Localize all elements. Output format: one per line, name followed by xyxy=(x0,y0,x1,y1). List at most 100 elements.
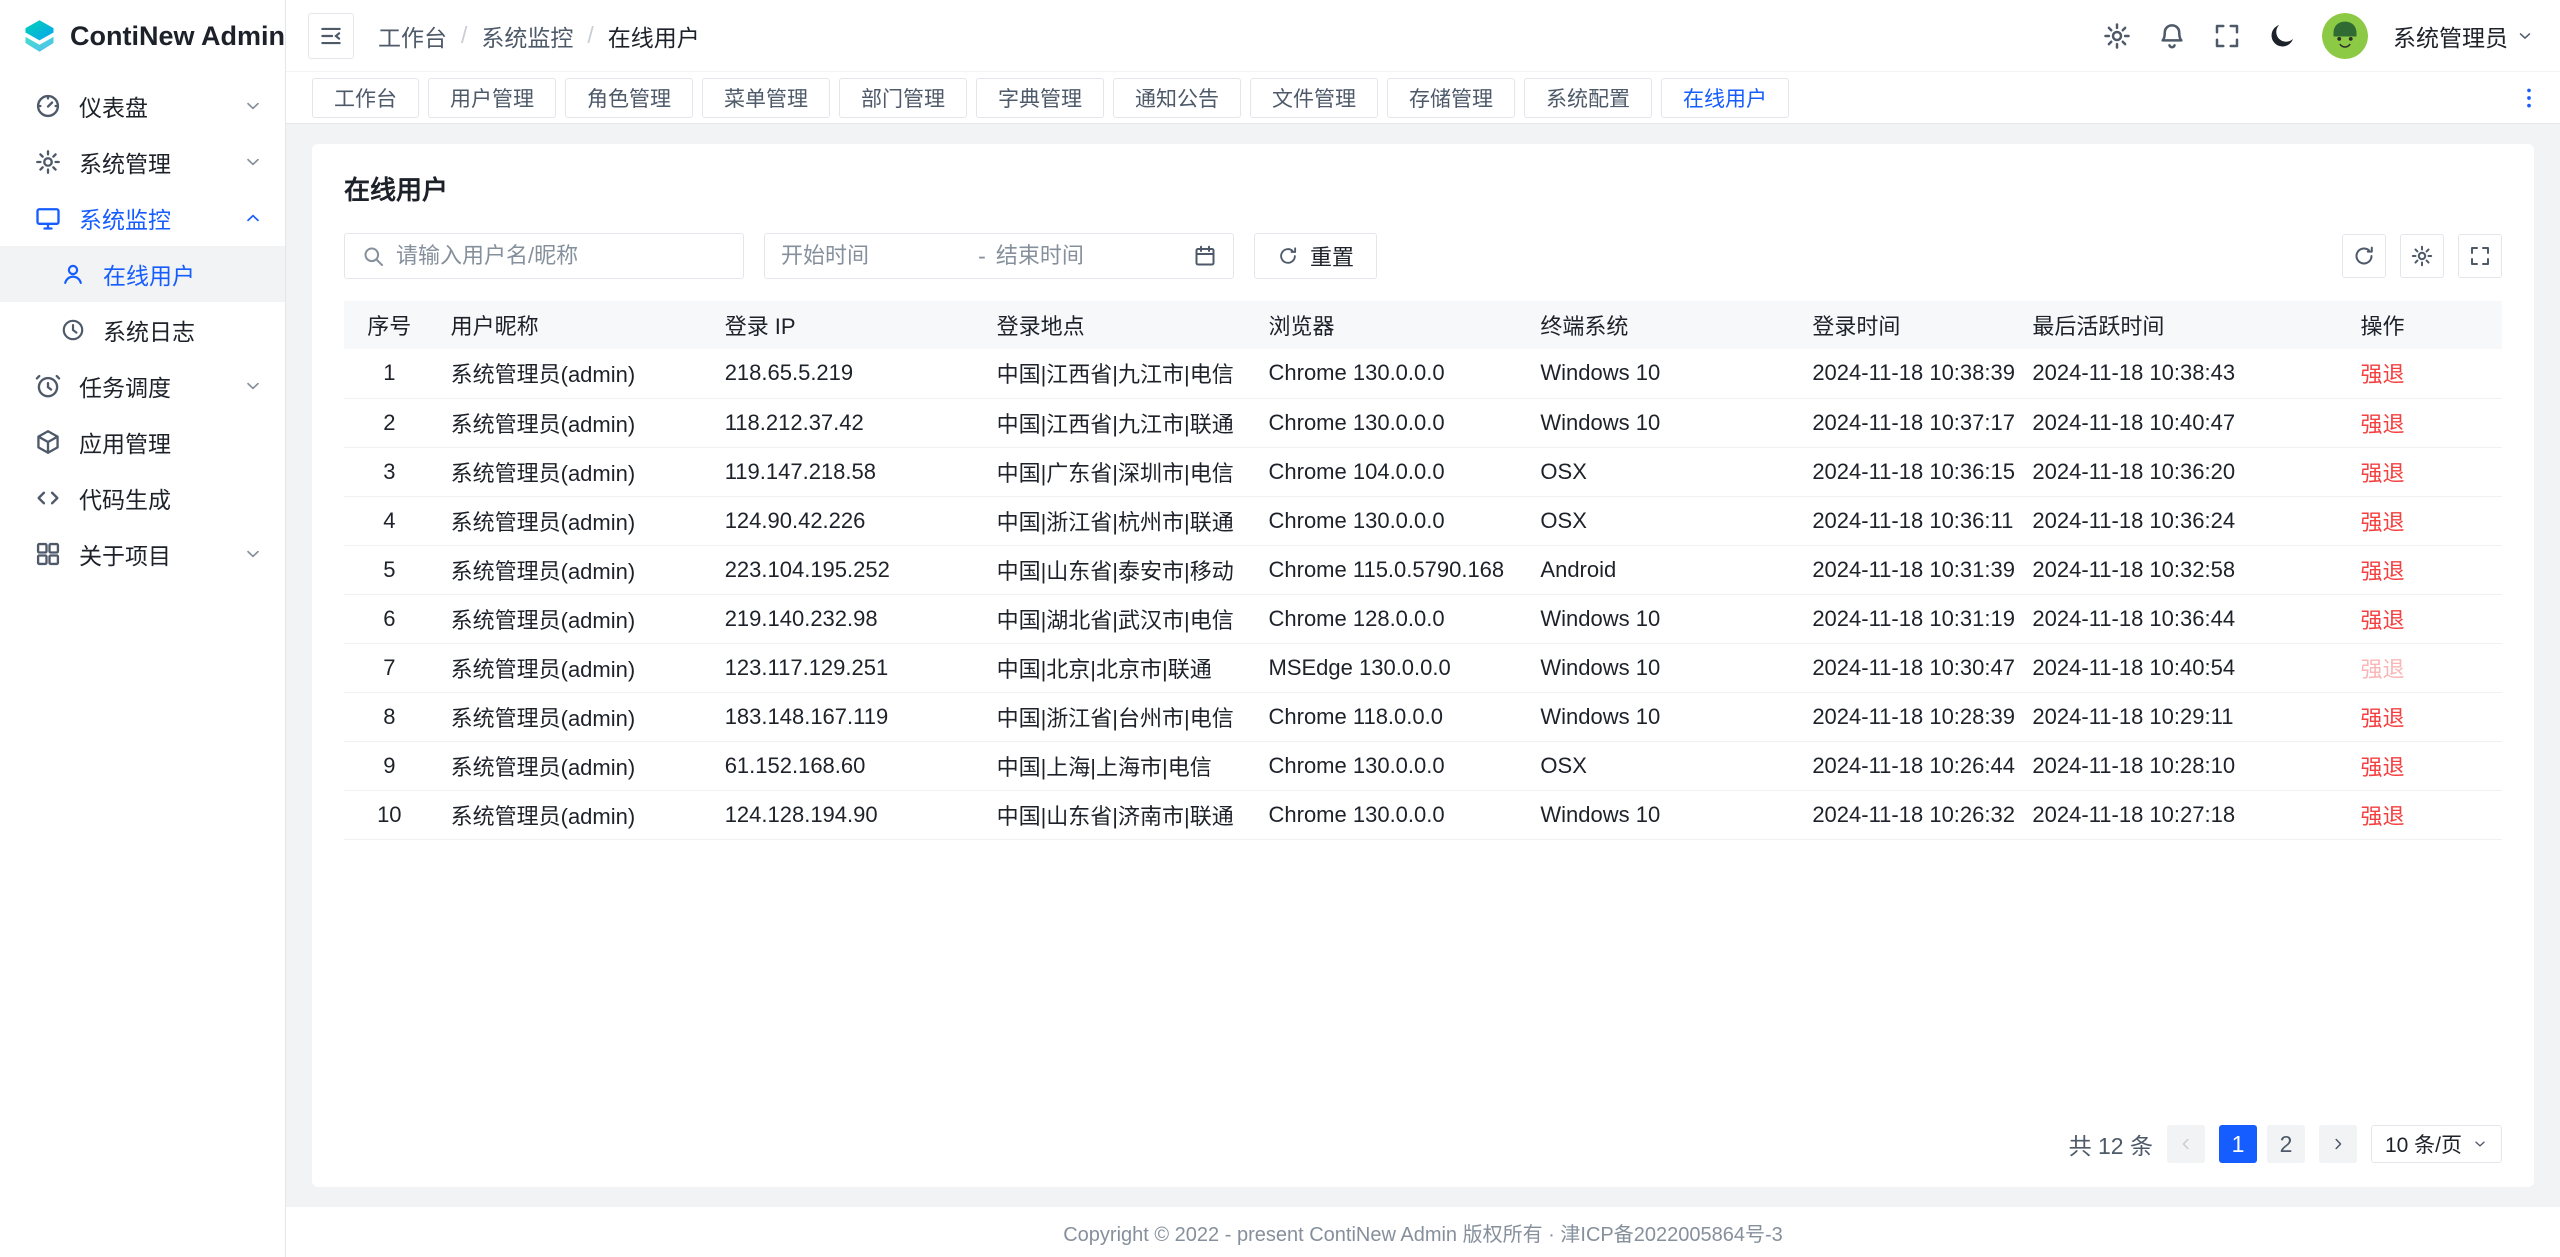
cell-nickname: 系统管理员(admin) xyxy=(435,741,709,790)
tab-item[interactable]: 通知公告 xyxy=(1113,78,1241,118)
sidebar-item-task-schedule[interactable]: 任务调度 xyxy=(0,358,285,414)
cell-browser: Chrome 128.0.0.0 xyxy=(1253,594,1525,643)
cell-ip: 218.65.5.219 xyxy=(709,349,981,398)
dark-mode-icon[interactable] xyxy=(2267,21,2297,51)
tab-item[interactable]: 文件管理 xyxy=(1250,78,1378,118)
sidebar-item-code-generation[interactable]: 代码生成 xyxy=(0,470,285,526)
cell-nickname: 系统管理员(admin) xyxy=(435,349,709,398)
cell-no: 9 xyxy=(344,741,435,790)
user-menu[interactable]: 系统管理员 xyxy=(2393,19,2534,53)
cell-last_active_time: 2024-11-18 10:38:43 xyxy=(2016,349,2344,398)
sidebar-item-app-management[interactable]: 应用管理 xyxy=(0,414,285,470)
column-settings-button[interactable] xyxy=(2400,234,2444,278)
force-logout-link[interactable]: 强退 xyxy=(2360,804,2404,829)
chevron-down-icon xyxy=(243,376,263,396)
cell-last_active_time: 2024-11-18 10:36:44 xyxy=(2016,594,2344,643)
tab-more-icon[interactable] xyxy=(2516,85,2542,111)
tab-item[interactable]: 角色管理 xyxy=(565,78,693,118)
content: 在线用户 - 重置 xyxy=(286,124,2560,1207)
column-header: 登录地点 xyxy=(981,301,1253,349)
cell-browser: Chrome 104.0.0.0 xyxy=(1253,447,1525,496)
sidebar-item-system-monitor[interactable]: 系统监控 xyxy=(0,190,285,246)
tab-item[interactable]: 菜单管理 xyxy=(702,78,830,118)
force-logout-link[interactable]: 强退 xyxy=(2360,608,2404,633)
code-icon xyxy=(34,484,62,512)
force-logout-link[interactable]: 强退 xyxy=(2360,510,2404,535)
cell-action: 强退 xyxy=(2344,398,2502,447)
chevron-left-icon xyxy=(2177,1135,2195,1153)
tab-item[interactable]: 在线用户 xyxy=(1661,78,1789,118)
table-row: 8系统管理员(admin)183.148.167.119中国|浙江省|台州市|电… xyxy=(344,692,2502,741)
page-size-label: 10 条/页 xyxy=(2385,1129,2462,1159)
force-logout-link[interactable]: 强退 xyxy=(2360,412,2404,437)
start-date-input[interactable] xyxy=(781,243,968,269)
sidebar-item-system-log[interactable]: 系统日志 xyxy=(0,302,285,358)
tab-item[interactable]: 部门管理 xyxy=(839,78,967,118)
settings-icon[interactable] xyxy=(2102,21,2132,51)
tab-item[interactable]: 存储管理 xyxy=(1387,78,1515,118)
chevron-down-icon xyxy=(243,96,263,116)
cell-ip: 123.117.129.251 xyxy=(709,643,981,692)
column-header: 浏览器 xyxy=(1253,301,1525,349)
cell-os: Windows 10 xyxy=(1524,643,1796,692)
tab-item[interactable]: 系统配置 xyxy=(1524,78,1652,118)
cell-action: 强退 xyxy=(2344,594,2502,643)
user-icon xyxy=(60,261,86,287)
sidebar-item-about-project[interactable]: 关于项目 xyxy=(0,526,285,582)
table-fullscreen-button[interactable] xyxy=(2458,234,2502,278)
next-page-button[interactable] xyxy=(2319,1125,2357,1163)
cell-location: 中国|江西省|九江市|电信 xyxy=(981,349,1253,398)
cell-nickname: 系统管理员(admin) xyxy=(435,545,709,594)
sidebar-item-label: 任务调度 xyxy=(79,369,171,403)
force-logout-link[interactable]: 强退 xyxy=(2360,461,2404,486)
reset-button[interactable]: 重置 xyxy=(1254,233,1377,279)
tab-item[interactable]: 工作台 xyxy=(312,78,419,118)
cell-login_time: 2024-11-18 10:30:47 xyxy=(1796,643,2016,692)
cell-browser: Chrome 130.0.0.0 xyxy=(1253,790,1525,839)
page-size-select[interactable]: 10 条/页 xyxy=(2371,1125,2502,1163)
bell-icon[interactable] xyxy=(2157,21,2187,51)
breadcrumb-item[interactable]: 在线用户 xyxy=(608,19,700,53)
breadcrumb-item[interactable]: 系统监控 xyxy=(481,19,573,53)
sidebar-item-online-user[interactable]: 在线用户 xyxy=(0,246,285,302)
fullscreen-icon[interactable] xyxy=(2212,21,2242,51)
page-button-2[interactable]: 2 xyxy=(2267,1125,2305,1163)
force-logout-link[interactable]: 强退 xyxy=(2360,362,2404,387)
breadcrumb-item[interactable]: 工作台 xyxy=(378,19,447,53)
cell-nickname: 系统管理员(admin) xyxy=(435,398,709,447)
search-icon xyxy=(361,244,385,268)
cell-last_active_time: 2024-11-18 10:36:24 xyxy=(2016,496,2344,545)
cell-location: 中国|广东省|深圳市|电信 xyxy=(981,447,1253,496)
sidebar-item-dashboard[interactable]: 仪表盘 xyxy=(0,78,285,134)
force-logout-link[interactable]: 强退 xyxy=(2360,755,2404,780)
force-logout-link[interactable]: 强退 xyxy=(2360,657,2404,682)
cell-no: 1 xyxy=(344,349,435,398)
date-range-picker[interactable]: - xyxy=(764,233,1234,279)
tab-item[interactable]: 用户管理 xyxy=(428,78,556,118)
cell-no: 8 xyxy=(344,692,435,741)
tab-item[interactable]: 字典管理 xyxy=(976,78,1104,118)
refresh-button[interactable] xyxy=(2342,234,2386,278)
cell-login_time: 2024-11-18 10:31:19 xyxy=(1796,594,2016,643)
sidebar-item-label: 系统监控 xyxy=(79,201,171,235)
search-input[interactable] xyxy=(396,243,727,269)
tab-list: 工作台用户管理角色管理菜单管理部门管理字典管理通知公告文件管理存储管理系统配置在… xyxy=(312,78,1798,118)
force-logout-link[interactable]: 强退 xyxy=(2360,559,2404,584)
sidebar-item-system-management[interactable]: 系统管理 xyxy=(0,134,285,190)
prev-page-button[interactable] xyxy=(2167,1125,2205,1163)
cell-location: 中国|上海|上海市|电信 xyxy=(981,741,1253,790)
page-button-1[interactable]: 1 xyxy=(2219,1125,2257,1163)
end-date-input[interactable] xyxy=(996,243,1183,269)
cell-location: 中国|山东省|济南市|联通 xyxy=(981,790,1253,839)
avatar[interactable] xyxy=(2322,13,2368,59)
breadcrumb-separator: / xyxy=(461,22,467,49)
sidebar-collapse-button[interactable] xyxy=(308,13,354,59)
force-logout-link[interactable]: 强退 xyxy=(2360,706,2404,731)
cell-os: Windows 10 xyxy=(1524,594,1796,643)
cell-no: 10 xyxy=(344,790,435,839)
cell-nickname: 系统管理员(admin) xyxy=(435,643,709,692)
settings-icon xyxy=(2410,244,2434,268)
cell-action: 强退 xyxy=(2344,741,2502,790)
cell-os: OSX xyxy=(1524,741,1796,790)
cell-action: 强退 xyxy=(2344,545,2502,594)
